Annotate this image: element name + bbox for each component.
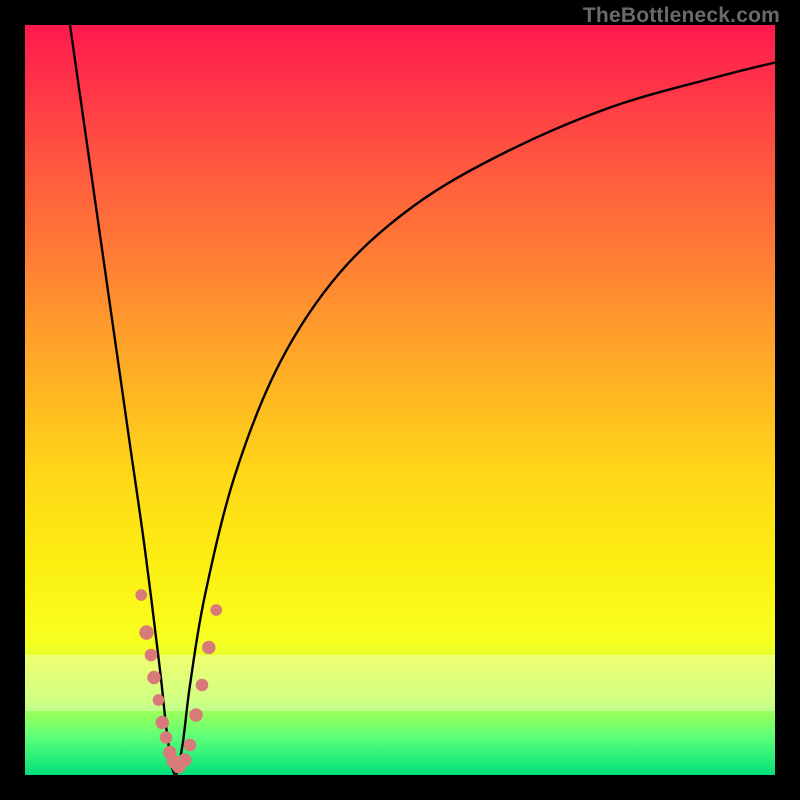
bottleneck-curve — [70, 25, 775, 775]
curve-marker — [160, 731, 173, 744]
bottleneck-curve-path — [70, 25, 775, 775]
watermark-text: TheBottleneck.com — [583, 4, 780, 28]
curve-marker — [202, 641, 216, 655]
curve-marker — [135, 589, 147, 601]
curve-markers — [135, 589, 222, 773]
curve-marker — [196, 679, 209, 692]
curve-marker — [139, 625, 153, 639]
curve-marker — [184, 739, 197, 752]
curve-marker — [153, 694, 165, 706]
curve-marker — [145, 649, 158, 662]
bottleneck-curve-svg — [25, 25, 775, 775]
chart-plot-area — [25, 25, 775, 775]
curve-marker — [156, 716, 170, 730]
curve-marker — [189, 708, 203, 722]
curve-marker — [147, 671, 161, 685]
curve-marker — [210, 604, 222, 616]
curve-marker — [178, 753, 192, 767]
chart-frame: TheBottleneck.com — [0, 0, 800, 800]
